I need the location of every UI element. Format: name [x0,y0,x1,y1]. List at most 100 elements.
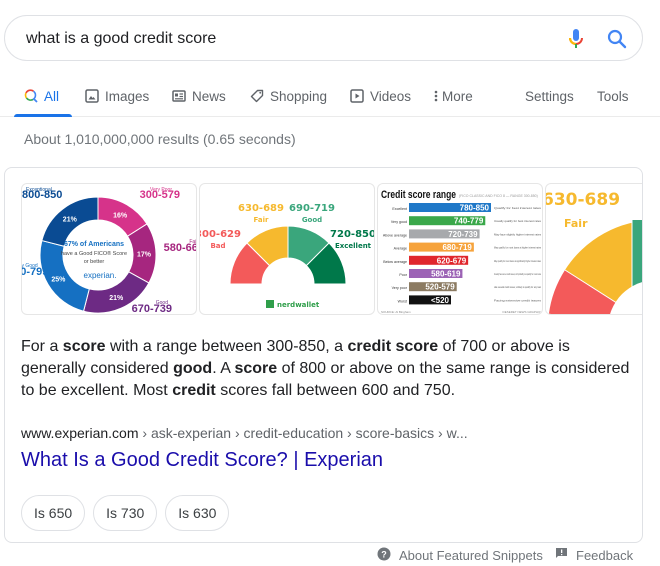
play-icon [350,89,364,103]
feedback-label: Feedback [576,547,634,563]
range-row-value: 580-619 [431,270,461,279]
gauge-label-bad: Bad [210,242,225,250]
url-domain: www.experian.com [21,425,139,441]
about-featured-snippets-link[interactable]: ? About Featured Snippets [377,546,543,564]
svg-text:?: ? [381,549,387,559]
range-row: Very poor 520-579 Has several credit issue… [392,282,541,292]
search-tabs: All Images News Shopping Videos More Set… [0,75,660,117]
experian-donut-image[interactable]: 67% of Americans have a Good FICO® Score… [21,183,197,315]
donut-range-label: 740-799 [22,266,48,278]
range-row-label: Above average [383,233,407,237]
donut-pct-label: 21% [63,217,78,224]
range-row-label: Very poor [392,286,408,290]
search-icon [24,89,38,103]
range-row-value: 520-579 [425,283,455,292]
snippet-highlight: credit score [347,338,439,355]
settings-label: Settings [525,88,574,104]
range-row-value: 720-739 [448,230,478,239]
range-row-value: 780-850 [460,204,490,213]
closeup-range: 630-689 [546,190,620,210]
experian-logo: experian. [84,271,117,280]
range-row-value: <520 [431,296,450,305]
result-url[interactable]: www.experian.com › ask-experian › credit… [21,425,468,441]
tab-more[interactable]: More [434,86,473,106]
range-row: Worst <520 Facing extensive credit issues [398,295,542,305]
about-label: About Featured Snippets [399,547,543,563]
gauge-label-good: Good [302,216,322,224]
snippet-text: For a score with a range between 300-850… [21,336,631,402]
search-icon[interactable] [605,27,629,51]
donut-pct-label: 25% [51,276,66,283]
help-icon: ? [377,547,391,564]
feedback-link[interactable]: Feedback [555,546,633,564]
gauge-range-excellent: 720-850 [330,229,375,240]
gauge-chart: 300-629 Bad 630-689 Fair 690-719 Good 72… [200,203,375,309]
microphone-icon[interactable] [568,27,584,51]
snippet-fragment: with a range between 300-850, a [105,338,348,355]
donut-pct-label: 21% [109,295,124,302]
settings-link[interactable]: Settings [525,86,574,106]
range-row-note: Usually has some credit issues; will pro… [494,272,541,276]
nerdwallet-gauge-image[interactable]: 300-629 Bad 630-689 Fair 690-719 Good 72… [199,183,375,315]
tab-all[interactable]: All [24,86,59,106]
range-row-label: Below average [383,260,407,264]
range-row: Above average 720-739 May face slightly hi… [383,229,541,239]
tools-link[interactable]: Tools [597,86,629,106]
nerdwallet-logo: nerdwallet [277,301,320,309]
chip-is-630[interactable]: Is 630 [165,495,230,531]
range-row: Average 680-719 May qualify for most loans… [394,242,541,252]
table-subtitle: (FICO CLASSIC AND FICO 8 — RANGE 300-850… [459,194,538,198]
search-input[interactable] [26,29,526,49]
tab-label: Images [105,88,150,104]
gauge-label-excellent: Excellent [335,242,372,250]
tab-news[interactable]: News [172,86,226,106]
result-stats: About 1,010,000,000 results (0.65 second… [24,131,296,147]
image-icon [85,89,99,103]
gauge-range-bad: 300-629 [200,229,241,240]
table-credit: DESERET NEWS GRAPHIC [503,310,542,314]
gauge-range-good: 690-719 [289,203,335,214]
range-row: Very good 740-779 Usually qualify for best… [391,216,541,226]
nerdwallet-logo-mark [266,300,274,308]
more-vert-icon [434,89,438,103]
chip-is-650[interactable]: Is 650 [21,495,86,531]
tab-videos[interactable]: Videos [350,86,411,106]
gauge-label-fair: Fair [254,216,269,224]
donut-range-label: 580-669 [164,242,197,254]
range-row: Excellent 780-850 Qualify for best interes… [392,203,542,213]
range-row-label: Average [394,247,407,251]
donut-center-line-3: or better [84,259,105,265]
tab-images[interactable]: Images [85,86,149,106]
donut-pct-label: 16% [113,213,128,220]
range-row-note: Usually qualify for best interest rates [494,219,541,223]
range-row-label: Poor [399,273,407,277]
tools-label: Tools [597,88,629,104]
range-row-label: Very good [391,220,407,224]
chip-is-730[interactable]: Is 730 [93,495,158,531]
credit-score-range-image[interactable]: Credit score range (FICO CLASSIC AND FIC… [377,183,543,315]
gauge-closeup-image[interactable]: 630-689 Fair [545,183,642,315]
snippet-fragment: . A [212,360,235,377]
tab-label: Videos [370,88,412,104]
snippet-highlight: score [62,338,106,355]
search-box [4,15,643,61]
score-range-table: Credit score range (FICO CLASSIC AND FIC… [381,189,542,314]
result-title-link[interactable]: What Is a Good Credit Score? | Experian [21,449,383,472]
range-row-note: Has several credit issues; unlikely to q… [494,285,541,289]
tab-shopping[interactable]: Shopping [250,86,327,106]
donut-range-label: 670-739 [132,303,172,315]
range-row-note: May qualify for most loans at higher int… [494,246,541,250]
table-source: SOURCE: Al Bingham [381,310,411,314]
tab-label: News [192,88,226,104]
range-row-value: 740-779 [454,217,484,226]
table-title: Credit score range [381,189,456,201]
url-breadcrumb: › ask-experian › credit-education › scor… [138,425,468,441]
feedback-icon [555,547,568,563]
tab-label: Shopping [270,88,328,104]
tag-icon [250,89,264,103]
donut-range-label: 800-850 [22,189,62,201]
range-row-label: Excellent [392,207,407,211]
donut-pct-label: 17% [137,252,152,259]
range-row-note: May face slightly higher interest rates [494,232,541,236]
tab-label: All [44,88,60,104]
